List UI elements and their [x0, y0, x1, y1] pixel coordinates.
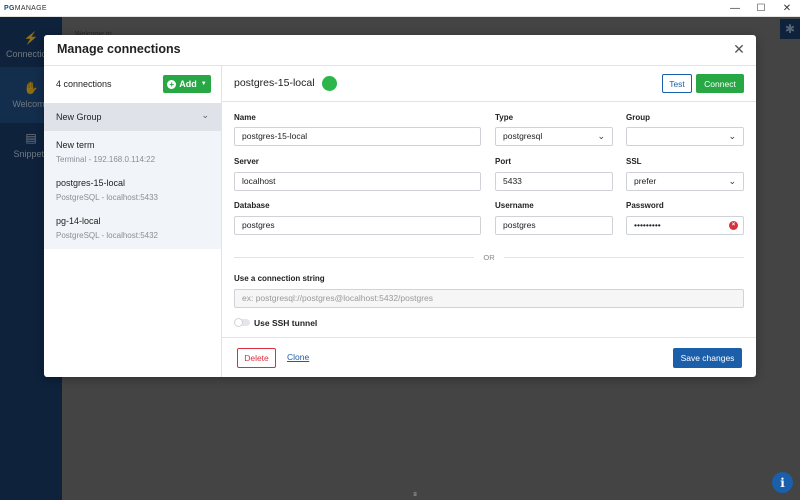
minimize-button[interactable]: — — [722, 0, 748, 17]
password-value: ••••••••• — [634, 220, 661, 230]
username-label: Username — [495, 201, 534, 210]
name-label: Name — [234, 113, 256, 122]
delete-button[interactable]: Delete — [237, 348, 276, 368]
name-field[interactable]: postgres-15-local — [234, 127, 481, 146]
divider — [222, 101, 756, 102]
type-select[interactable]: postgresql ⌄ — [495, 127, 613, 146]
port-field[interactable]: 5433 — [495, 172, 613, 191]
window-controls: — ☐ ✕ — [722, 0, 800, 17]
connection-editor: postgres-15-local Test Connect Name post… — [44, 35, 756, 377]
bottom-panel-handle[interactable]: ≡ — [400, 491, 430, 500]
connect-button[interactable]: Connect — [696, 74, 744, 93]
username-field[interactable]: postgres — [495, 216, 613, 235]
ssl-select[interactable]: prefer ⌄ — [626, 172, 744, 191]
clone-link[interactable]: Clone — [287, 352, 309, 362]
chevron-down-icon: ⌄ — [597, 131, 605, 141]
divider — [504, 257, 744, 258]
divider — [222, 337, 756, 338]
connection-string-label: Use a connection string — [234, 274, 325, 283]
type-value: postgresql — [503, 131, 543, 141]
type-label: Type — [495, 113, 514, 122]
maximize-button[interactable]: ☐ — [748, 0, 774, 17]
ssh-tunnel-toggle[interactable] — [234, 318, 250, 327]
port-label: Port — [495, 157, 511, 166]
ssl-value: prefer — [634, 176, 657, 186]
server-field[interactable]: localhost — [234, 172, 481, 191]
password-field[interactable]: ••••••••• × — [626, 216, 744, 235]
info-button[interactable]: i — [772, 472, 793, 493]
title-bar: PGMANAGE — ☐ ✕ — [0, 0, 800, 17]
status-indicator — [322, 76, 337, 91]
server-label: Server — [234, 157, 259, 166]
toggle-knob — [234, 318, 243, 327]
group-select[interactable]: ⌄ — [626, 127, 744, 146]
ssl-label: SSL — [626, 157, 642, 166]
connection-title: postgres-15-local — [234, 77, 315, 89]
group-label: Group — [626, 113, 650, 122]
password-label: Password — [626, 201, 664, 210]
test-button[interactable]: Test — [662, 74, 692, 93]
divider — [234, 257, 474, 258]
chevron-down-icon: ⌄ — [728, 131, 736, 141]
app-logo: PGMANAGE — [4, 4, 47, 12]
clear-icon[interactable]: × — [729, 221, 738, 230]
or-separator: OR — [483, 253, 495, 262]
save-changes-button[interactable]: Save changes — [673, 348, 742, 368]
database-label: Database — [234, 201, 270, 210]
database-field[interactable]: postgres — [234, 216, 481, 235]
connection-string-input[interactable]: ex: postgresql://postgres@localhost:5432… — [234, 289, 744, 308]
ssh-tunnel-label: Use SSH tunnel — [254, 318, 318, 328]
window-close-button[interactable]: ✕ — [774, 0, 800, 17]
chevron-down-icon: ⌄ — [728, 176, 736, 186]
